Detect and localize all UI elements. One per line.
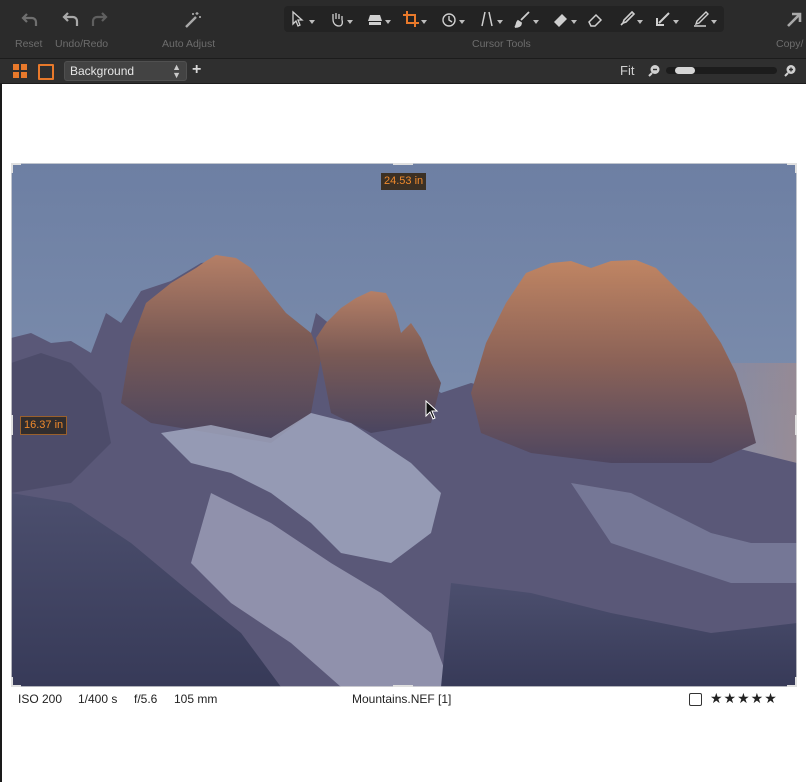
- picker-icon: [620, 10, 636, 26]
- brush-icon: [514, 11, 530, 28]
- focal-length-value: 105 mm: [174, 692, 218, 706]
- crop-handle-top-right-v[interactable]: [795, 163, 797, 173]
- shutter-value: 1/400 s: [78, 692, 118, 706]
- viewer-bar: Background ▲ ▼ + Fit: [0, 59, 806, 84]
- crop-handle-bottom[interactable]: [393, 685, 413, 687]
- crop-icon: [403, 11, 419, 27]
- arrow-picker-icon: [656, 12, 670, 26]
- crop-height-readout: 16.37 in: [20, 416, 68, 435]
- zoom-in-icon[interactable]: [784, 64, 797, 77]
- undo-redo-label: Undo/Redo: [55, 38, 109, 50]
- aperture-value: f/5.6: [134, 692, 158, 706]
- add-layer-icon[interactable]: +: [192, 62, 201, 78]
- crop-handle-left[interactable]: [11, 415, 13, 435]
- annotate-tool[interactable]: [692, 9, 717, 29]
- select-icon: [292, 10, 304, 27]
- crop-handle-top-left-v[interactable]: [11, 163, 13, 173]
- auto-adjust-button[interactable]: [181, 8, 205, 32]
- reset-label: Reset: [15, 38, 43, 50]
- photo-canvas[interactable]: [11, 163, 797, 687]
- crop-width-readout: 24.53 in: [381, 173, 427, 190]
- eraser-tool[interactable]: [552, 9, 577, 29]
- erase-tool[interactable]: [586, 9, 604, 29]
- select-checkbox[interactable]: [689, 693, 702, 706]
- redo-icon: [91, 12, 108, 26]
- reset-button[interactable]: [18, 8, 42, 32]
- viewer-edge: [0, 84, 2, 782]
- redo-button[interactable]: [87, 8, 111, 32]
- auto-adjust-label: Auto Adjust: [162, 38, 216, 50]
- pan-icon: [332, 13, 344, 27]
- annotate-icon: [694, 11, 709, 27]
- keystone-icon: [481, 11, 493, 27]
- cursor-tools-label: Cursor Tools: [472, 38, 531, 50]
- picker-tool[interactable]: [618, 9, 643, 29]
- single-view-icon[interactable]: [38, 64, 54, 80]
- keystone-tool[interactable]: [478, 9, 503, 29]
- undo-button[interactable]: [59, 8, 83, 32]
- magic-wand-icon: [185, 12, 201, 28]
- crop-handle-right[interactable]: [795, 415, 797, 435]
- cursor-tools-strip: [284, 6, 724, 32]
- zoom-fit-label[interactable]: Fit: [620, 63, 634, 78]
- select-tool[interactable]: [290, 9, 315, 29]
- crop-tool[interactable]: [402, 9, 427, 29]
- reset-icon: [21, 13, 38, 26]
- zoom-slider-thumb[interactable]: [675, 67, 695, 74]
- copy-label: Copy/: [776, 38, 804, 50]
- undo-icon: [62, 12, 79, 26]
- brush-tool[interactable]: [514, 9, 539, 29]
- layer-select-value: Background: [70, 64, 135, 78]
- crop-handle-bottom-left-v[interactable]: [11, 677, 13, 687]
- rotate-icon: [442, 13, 456, 27]
- crop-handle-bottom-right-v[interactable]: [795, 677, 797, 687]
- mouse-cursor-icon: [425, 400, 439, 420]
- star-rating[interactable]: ★★★★★: [710, 690, 778, 707]
- zoom-out-icon[interactable]: [648, 64, 661, 77]
- layer-select[interactable]: Background ▲ ▼: [64, 61, 187, 81]
- crop-handle-top[interactable]: [393, 163, 413, 165]
- arrow-picker-tool[interactable]: [654, 9, 679, 29]
- loupe-icon: [368, 15, 382, 25]
- pan-tool[interactable]: [328, 9, 353, 29]
- mountain-photo: [11, 163, 797, 687]
- main-toolbar: Reset Undo/Redo Auto Adjust Cursor Tools…: [0, 0, 806, 59]
- filename: Mountains.NEF [1]: [352, 692, 452, 706]
- chevron-updown-icon: ▲ ▼: [172, 62, 181, 80]
- copy-arrow-icon: [787, 12, 802, 27]
- iso-value: ISO 200: [18, 692, 63, 706]
- zoom-slider[interactable]: [666, 67, 777, 74]
- rotate-tool[interactable]: [440, 9, 465, 29]
- grid-view-icon[interactable]: [13, 64, 27, 78]
- copy-button[interactable]: [782, 8, 806, 32]
- loupe-tool[interactable]: [366, 9, 391, 29]
- erase-icon: [588, 13, 603, 27]
- eraser-icon: [554, 14, 567, 27]
